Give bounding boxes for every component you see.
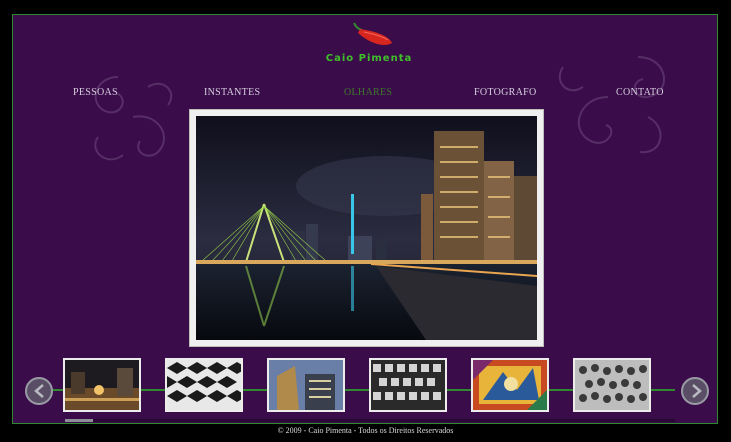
plaza-night-thumb xyxy=(65,360,139,410)
bw-pattern-thumb xyxy=(167,360,241,410)
nav-item-instantes[interactable]: INSTANTES xyxy=(204,87,260,98)
next-arrow-button[interactable] xyxy=(681,377,709,405)
thumbnail-3[interactable] xyxy=(267,358,345,412)
chili-pepper-icon xyxy=(353,22,392,45)
decorative-swirl-right xyxy=(558,56,665,154)
thumbnail-scrollbar[interactable] xyxy=(65,419,675,422)
nav-item-pessoas[interactable]: PESSOAS xyxy=(73,87,118,98)
main-photo[interactable] xyxy=(196,116,537,340)
footer-copyright: © 2009 - Caio Pimenta - Todos os Direito… xyxy=(277,426,454,435)
bw-crowd-thumb xyxy=(575,360,649,410)
nav-item-fotografo[interactable]: FOTOGRAFO xyxy=(474,87,537,98)
brand-name: Caio Pimenta xyxy=(325,53,413,64)
thumbnail-2[interactable] xyxy=(165,358,243,412)
page-frame: Caio Pimenta PESSOAS INSTANTES OLHARES F… xyxy=(12,14,718,424)
painting-thumb xyxy=(473,360,547,410)
thumbnail-6[interactable] xyxy=(573,358,651,412)
thumbnail-1[interactable] xyxy=(63,358,141,412)
main-photo-frame xyxy=(189,109,544,347)
nav-item-contato[interactable]: CONTATO xyxy=(616,87,664,98)
prev-arrow-button[interactable] xyxy=(25,377,53,405)
bw-rows-thumb xyxy=(371,360,445,410)
thumbnail-4[interactable] xyxy=(369,358,447,412)
nav-item-olhares[interactable]: OLHARES xyxy=(344,87,392,98)
arrow-right-icon xyxy=(692,384,702,398)
night-city-bridge-photo xyxy=(196,116,537,340)
thumbnail-5[interactable] xyxy=(471,358,549,412)
scrollbar-thumb[interactable] xyxy=(65,419,93,422)
main-nav: PESSOAS INSTANTES OLHARES FOTOGRAFO CONT… xyxy=(13,87,719,101)
tower-dusk-thumb xyxy=(269,360,343,410)
arrow-left-icon xyxy=(34,384,44,398)
brand-logo[interactable]: Caio Pimenta xyxy=(319,21,419,77)
decorative-swirl-left xyxy=(94,76,173,161)
